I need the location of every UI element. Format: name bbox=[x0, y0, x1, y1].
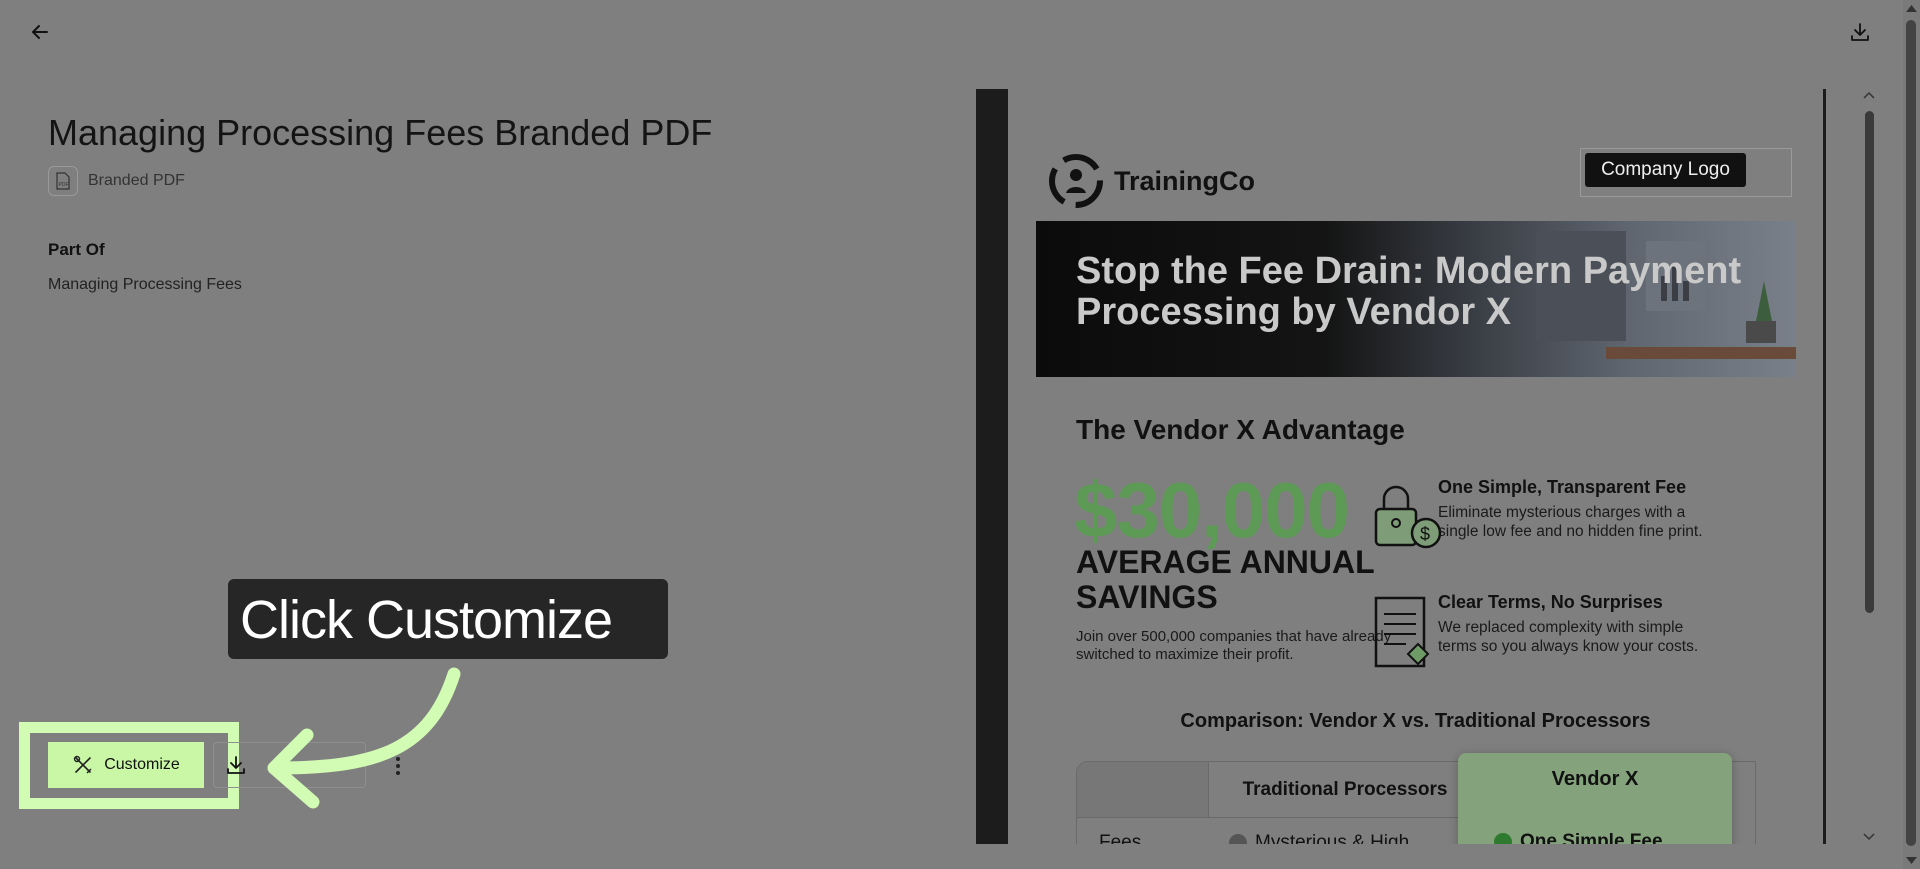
pdf-preview[interactable]: TrainingCo Company Logo Stop the Fee Dra… bbox=[976, 89, 1826, 844]
asset-type-label: Branded PDF bbox=[88, 172, 185, 189]
padlock-dollar-icon: $ bbox=[1374, 485, 1442, 549]
section-title: The Vendor X Advantage bbox=[1076, 414, 1405, 445]
company-logo-placeholder: Company Logo bbox=[1580, 148, 1792, 197]
hero-banner: Stop the Fee Drain: Modern Payment Proce… bbox=[1036, 221, 1796, 377]
pdf-page: TrainingCo Company Logo Stop the Fee Dra… bbox=[1008, 89, 1823, 844]
svg-text:PDF: PDF bbox=[59, 182, 69, 188]
table-vendor-column: Vendor X One Simple Fee bbox=[1458, 753, 1732, 844]
scroll-up-icon bbox=[1906, 5, 1917, 12]
scroll-up-icon bbox=[1863, 91, 1875, 99]
table-header-vendor: Vendor X bbox=[1551, 768, 1639, 790]
tooltip-text: Click Customize bbox=[240, 590, 613, 650]
download-asset-button[interactable] bbox=[220, 749, 252, 781]
back-button[interactable] bbox=[24, 16, 56, 48]
feature-heading: One Simple, Transparent Fee bbox=[1438, 477, 1687, 497]
company-logo-label: Company Logo bbox=[1585, 153, 1746, 187]
more-vertical-icon bbox=[396, 757, 400, 775]
svg-text:$: $ bbox=[1420, 524, 1430, 544]
status-dot-icon bbox=[1229, 834, 1247, 844]
cell-text: Mysterious & High bbox=[1255, 832, 1410, 844]
recycle-people-logo-icon bbox=[1049, 154, 1103, 208]
customize-label: Customize bbox=[104, 756, 180, 773]
cell-text: One Simple Fee bbox=[1520, 831, 1663, 844]
more-options-button[interactable] bbox=[384, 750, 412, 782]
part-of-heading: Part Of bbox=[48, 240, 105, 259]
download-button[interactable] bbox=[1844, 16, 1876, 48]
tutorial-tooltip: Click Customize bbox=[228, 579, 668, 659]
feature-text: Eliminate mysterious charges with a sing… bbox=[1438, 504, 1703, 540]
savings-subtext: Join over 500,000 companies that have al… bbox=[1076, 628, 1392, 663]
paintbrush-ruler-icon bbox=[74, 755, 92, 774]
check-circle-icon bbox=[1494, 833, 1512, 844]
table-cell-traditional: Mysterious & High bbox=[1229, 832, 1409, 844]
asset-type: PDF Branded PDF bbox=[48, 166, 185, 196]
arrow-left-icon bbox=[32, 25, 48, 39]
pdf-file-icon: PDF bbox=[48, 166, 78, 196]
scroll-down-icon bbox=[1906, 857, 1917, 864]
table-header-traditional: Traditional Processors bbox=[1209, 762, 1481, 818]
savings-label: AVERAGE ANNUAL SAVINGS bbox=[1076, 544, 1375, 616]
brand-name: TrainingCo bbox=[1114, 165, 1255, 196]
scroll-down-icon bbox=[1863, 833, 1875, 841]
feature-clear-terms: Clear Terms, No Surprises We replaced co… bbox=[1374, 592, 1708, 668]
comparison-title: Comparison: Vendor X vs. Traditional Pro… bbox=[1180, 710, 1651, 732]
download-icon bbox=[1851, 23, 1869, 41]
download-icon bbox=[227, 756, 245, 774]
page-scrollbar-thumb[interactable] bbox=[1906, 20, 1916, 846]
brand: TrainingCo bbox=[1044, 149, 1255, 213]
hero-title: Stop the Fee Drain: Modern Payment Proce… bbox=[1076, 250, 1742, 334]
feature-heading: Clear Terms, No Surprises bbox=[1438, 592, 1663, 612]
document-check-icon bbox=[1374, 596, 1430, 668]
table-row-label: Fees bbox=[1099, 832, 1142, 844]
part-of-value[interactable]: Managing Processing Fees bbox=[48, 276, 242, 294]
customize-button[interactable]: Customize bbox=[48, 742, 204, 788]
feature-transparent-fee: $ One Simple, Transparent Fee Eliminate … bbox=[1374, 477, 1708, 549]
preview-scrollbar-thumb[interactable] bbox=[1865, 111, 1874, 613]
page-title: Managing Processing Fees Branded PDF bbox=[48, 112, 713, 153]
savings-number: $30,000 bbox=[1074, 466, 1350, 554]
table-cell-vendor: One Simple Fee bbox=[1494, 831, 1663, 844]
feature-text: We replaced complexity with simple terms… bbox=[1438, 619, 1699, 655]
table-corner bbox=[1077, 762, 1209, 818]
